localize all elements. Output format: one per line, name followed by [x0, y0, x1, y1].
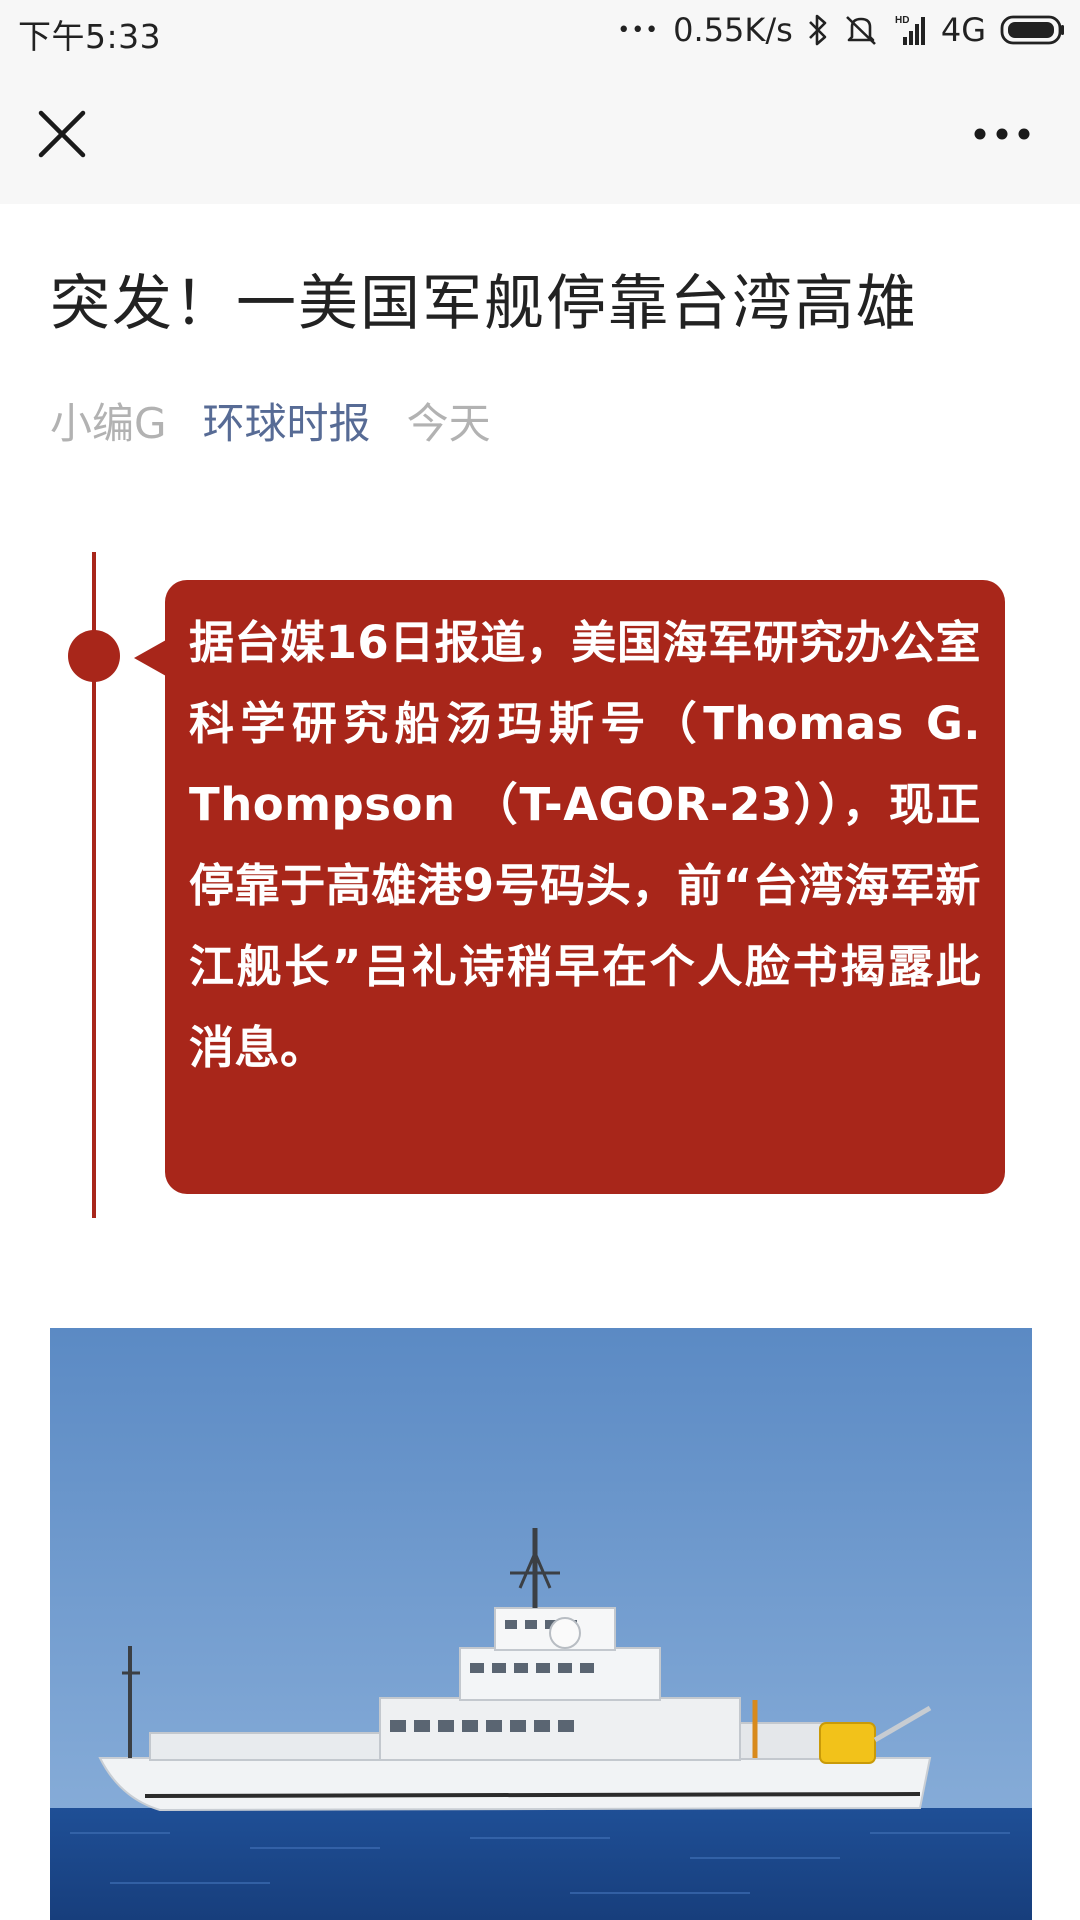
- ship-photo: [50, 1328, 1032, 1920]
- timeline-dot: [68, 630, 120, 682]
- status-time: 下午5:33: [18, 17, 162, 56]
- mute-icon: [843, 13, 879, 47]
- author-name: 小编G: [50, 399, 167, 448]
- callout-pointer: [134, 640, 166, 676]
- signal-hd-icon: HD: [893, 13, 927, 47]
- svg-text:HD: HD: [895, 15, 909, 26]
- network-speed: 0.55K/s: [673, 11, 793, 49]
- article-meta: 小编G 环球时报 今天: [50, 394, 491, 454]
- battery-icon: [1000, 14, 1066, 46]
- status-bar: 下午5:33 ••• 0.55K/s HD 4G: [0, 0, 1080, 62]
- account-link[interactable]: 环球时报: [203, 394, 371, 454]
- network-type: 4G: [940, 11, 986, 49]
- more-dots-icon[interactable]: [970, 120, 1034, 148]
- article-title: 突发！一美国军舰停靠台湾高雄: [50, 269, 918, 339]
- nav-bar: [0, 62, 1080, 204]
- status-dots: •••: [617, 17, 660, 43]
- status-indicators: ••• 0.55K/s HD 4G: [617, 8, 1066, 52]
- bluetooth-icon: [807, 13, 829, 47]
- summary-callout: 据台媒16日报道，美国海军研究办公室科学研究船汤玛斯号（Thomas G. Th…: [165, 580, 1005, 1194]
- publish-date: 今天: [406, 399, 491, 448]
- close-icon[interactable]: [34, 106, 90, 162]
